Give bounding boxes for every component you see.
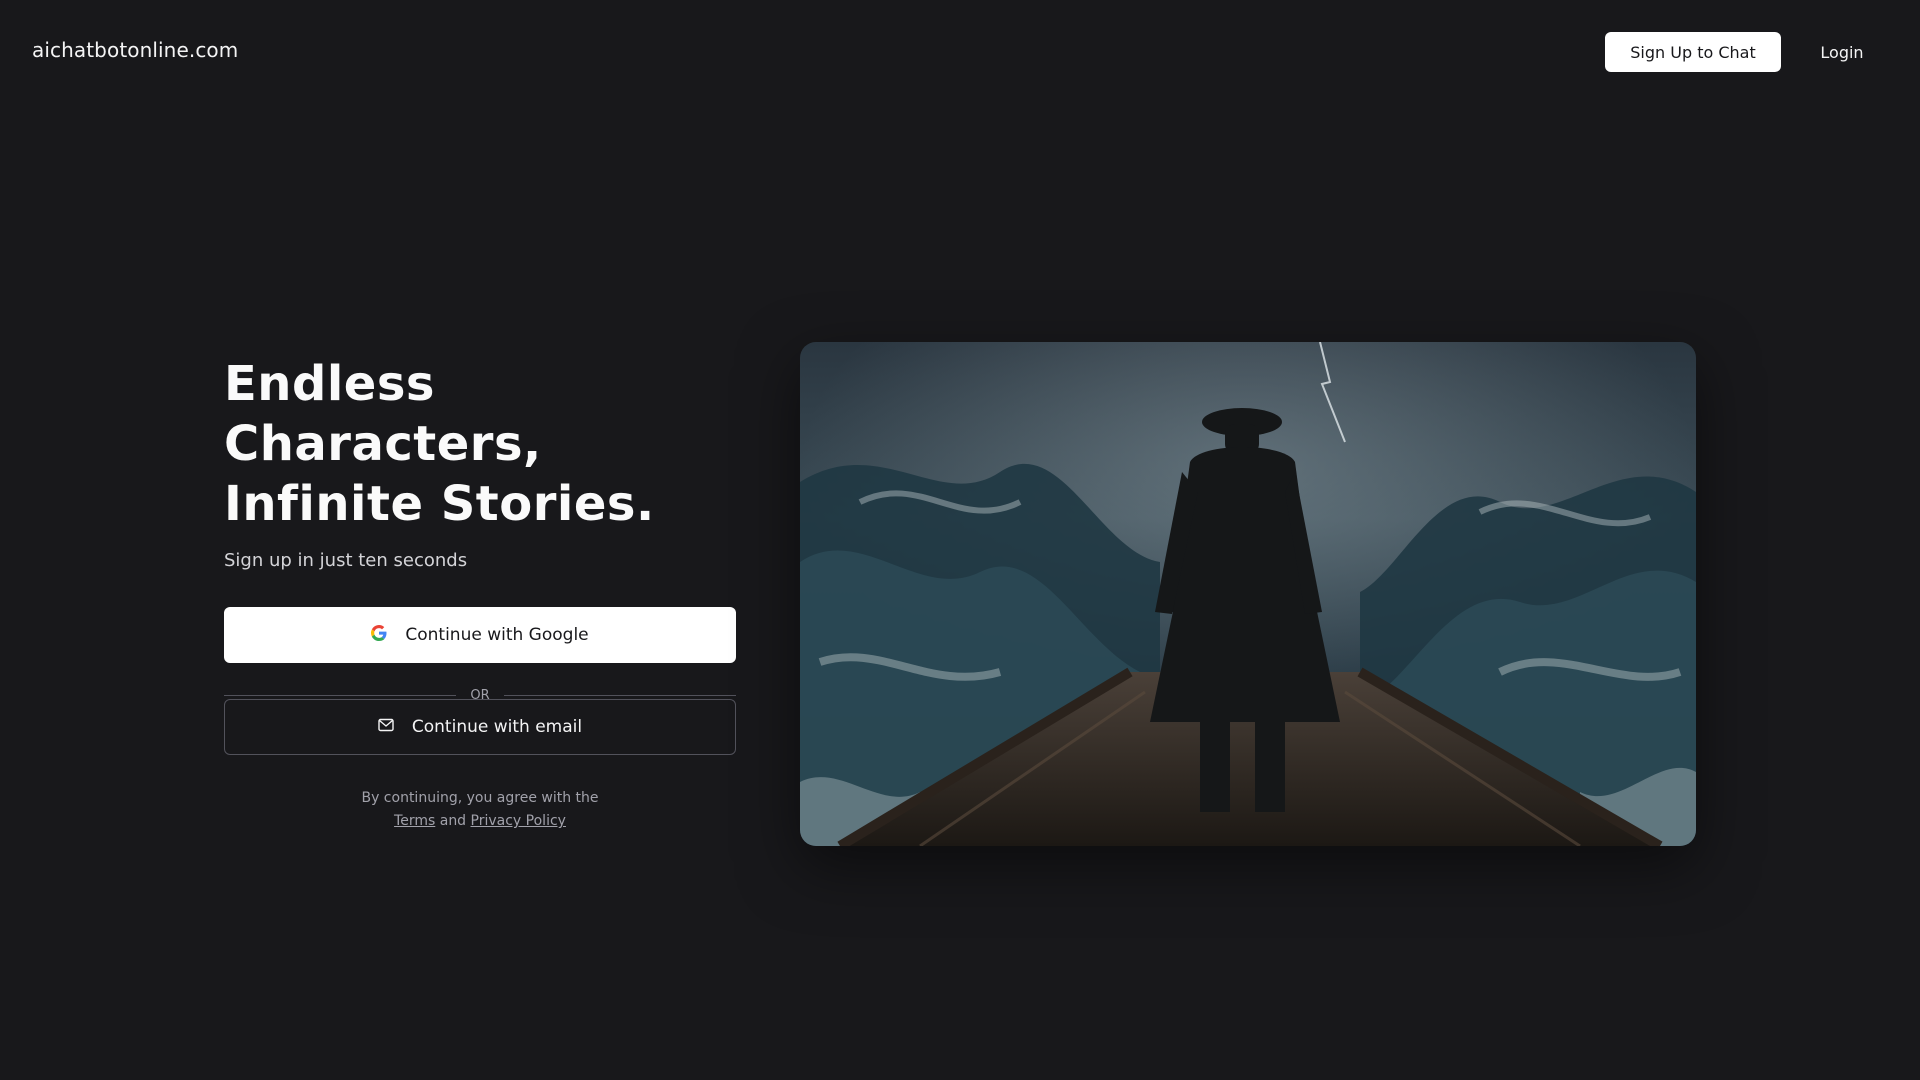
privacy-policy-link[interactable]: Privacy Policy: [471, 813, 566, 829]
legal-prefix: By continuing, you agree with the: [361, 790, 599, 806]
hero-title-line-2: Characters,: [224, 416, 542, 472]
login-button[interactable]: Login: [1800, 32, 1884, 72]
legal-notice: By continuing, you agree with the Terms …: [224, 787, 736, 833]
email-button-label: Continue with email: [411, 717, 583, 737]
signup-panel: Endless Characters, Infinite Stories. Si…: [224, 354, 737, 829]
mail-icon: [378, 717, 394, 737]
legal-and: and: [439, 813, 467, 829]
hero-title-line-3: Infinite Stories.: [224, 476, 655, 532]
google-icon: [371, 624, 387, 646]
brand-link[interactable]: aichatbotonline.com: [32, 38, 238, 62]
hero-title-line-1: Endless: [224, 356, 435, 412]
divider-line-right: [503, 694, 737, 696]
hero-image: [800, 342, 1696, 846]
google-button-label: Continue with Google: [405, 625, 589, 645]
hero-subtitle: Sign up in just ten seconds: [224, 550, 468, 571]
divider-line-left: [224, 694, 457, 696]
continue-with-email-button[interactable]: Continue with email: [224, 699, 736, 755]
hero-title: Endless Characters, Infinite Stories.: [224, 354, 736, 534]
terms-link[interactable]: Terms: [394, 813, 435, 829]
continue-with-google-button[interactable]: Continue with Google: [224, 607, 736, 663]
signup-button[interactable]: Sign Up to Chat: [1605, 32, 1781, 72]
top-navbar: aichatbotonline.com Sign Up to Chat Logi…: [0, 0, 1920, 103]
